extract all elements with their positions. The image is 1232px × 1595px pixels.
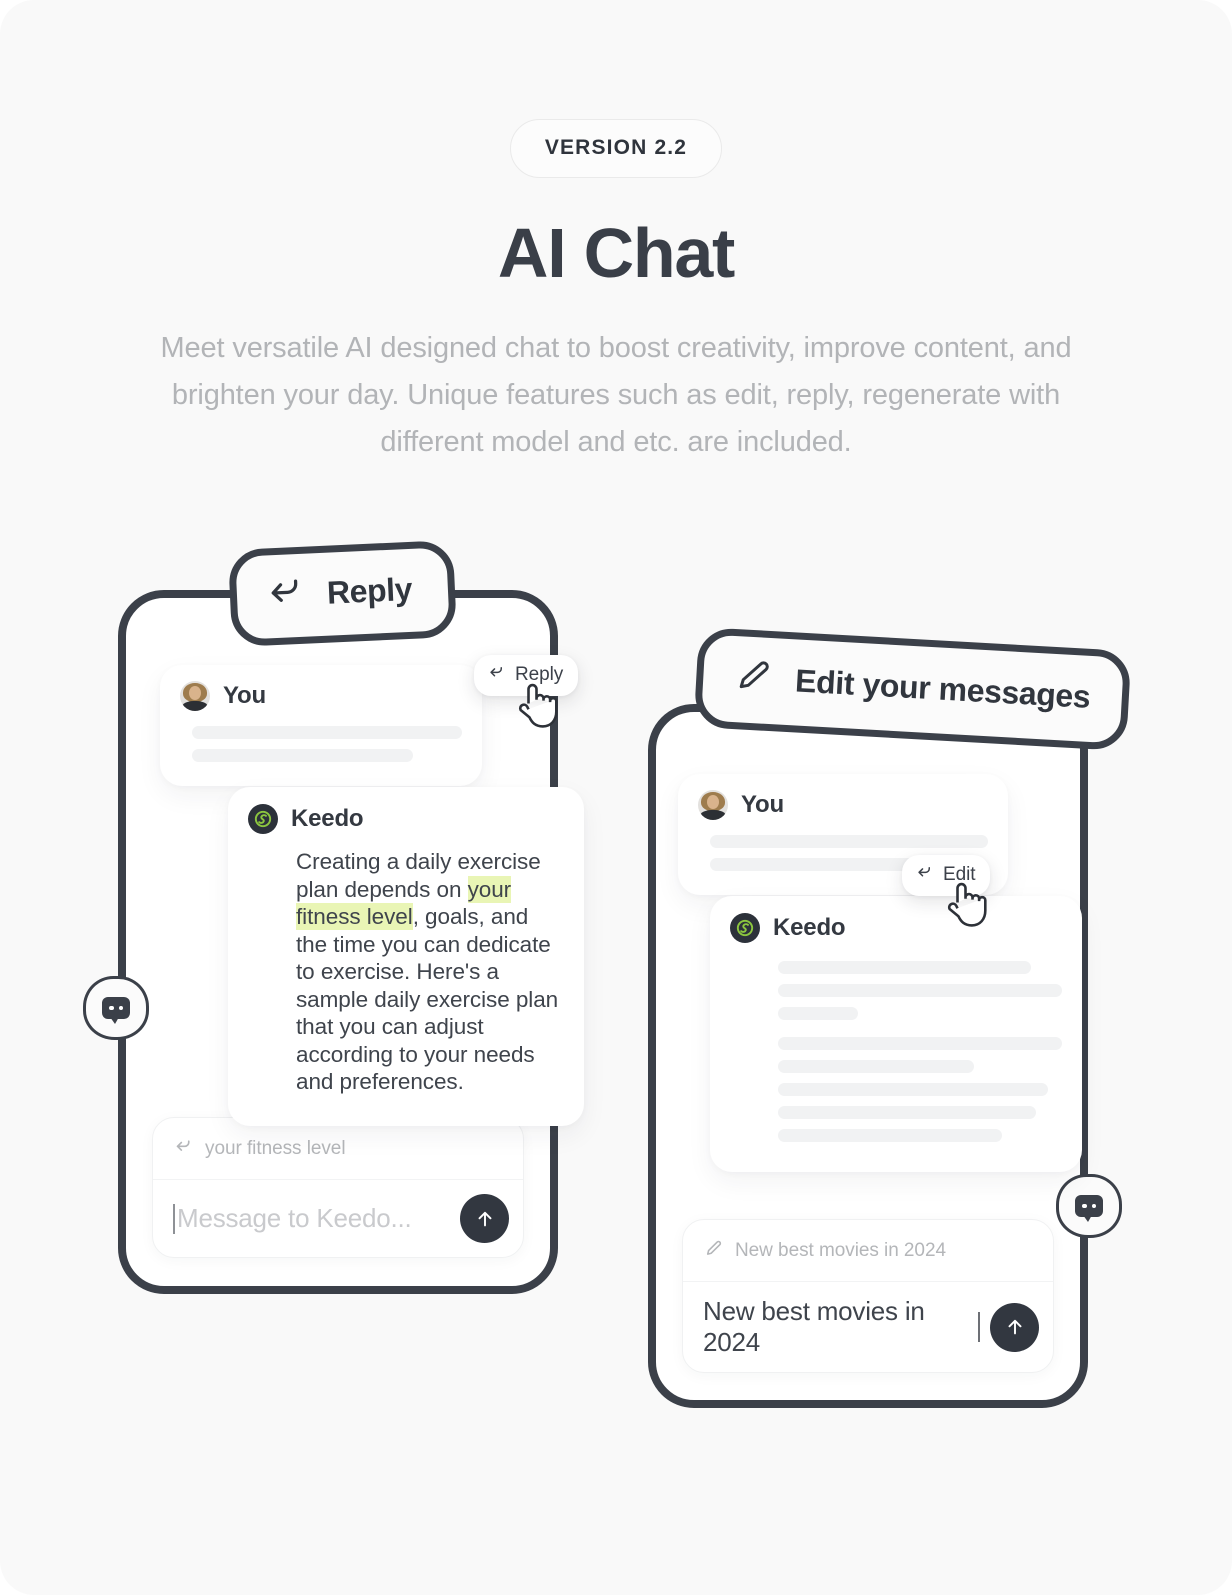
edit-hover-chip[interactable]: Edit: [902, 855, 991, 896]
composer-input-row[interactable]: New best movies in 2024: [683, 1282, 1053, 1372]
keedo-logo-icon: [730, 913, 760, 943]
chat-bubble-icon: [102, 997, 130, 1024]
message-author: You: [741, 791, 784, 818]
composer-quote-row: New best movies in 2024: [683, 1220, 1053, 1282]
reply-arrow-icon: [915, 863, 934, 887]
message-header: You: [180, 681, 462, 711]
message-body-text: Creating a daily exercise plan depends o…: [248, 848, 564, 1096]
reply-hover-chip[interactable]: Reply: [474, 655, 579, 696]
reply-arrow-icon: [173, 1136, 194, 1162]
keedo-logo-icon: [248, 804, 278, 834]
message-author: You: [223, 682, 266, 709]
phone-screen-right: You Keedo Edit New best movies in 2024 N…: [656, 712, 1122, 1400]
page-title: AI Chat: [497, 214, 735, 292]
message-card-keedo: Keedo Creating a daily exercise plan dep…: [228, 787, 584, 1126]
user-photo-avatar: [698, 790, 728, 820]
skeleton-line: [192, 726, 462, 739]
edit-callout-label: Edit your messages: [794, 662, 1092, 715]
skeleton-line: [778, 1129, 1003, 1142]
skeleton-line: [192, 749, 414, 762]
reply-callout-badge: Reply: [227, 539, 458, 648]
message-composer: New best movies in 2024 New best movies …: [682, 1219, 1054, 1373]
text-caret: [978, 1312, 980, 1342]
message-skeleton-lines: [730, 961, 1062, 1142]
arrow-up-icon: [478, 1211, 491, 1226]
skeleton-line: [778, 1007, 858, 1020]
message-author: Keedo: [773, 914, 846, 941]
message-author: Keedo: [291, 805, 364, 832]
message-input[interactable]: Message to Keedo...: [173, 1203, 450, 1234]
skeleton-line: [710, 858, 925, 871]
skeleton-line: [778, 1106, 1037, 1119]
phone-mockup-right: You Keedo Edit New best movies in 2024 N…: [648, 704, 1122, 1408]
composer-quote-row: your fitness level: [153, 1118, 523, 1180]
version-badge: VERSION 2.2: [509, 119, 723, 178]
message-header: You: [698, 790, 988, 820]
message-composer: your fitness level Message to Keedo...: [152, 1117, 524, 1258]
side-chat-button-right[interactable]: [1056, 1174, 1122, 1238]
skeleton-line: [778, 961, 1031, 974]
skeleton-line: [778, 984, 1062, 997]
user-photo-avatar: [180, 681, 210, 711]
skeleton-line: [778, 1060, 974, 1073]
skeleton-line: [710, 835, 988, 848]
reply-callout-label: Reply: [326, 570, 413, 611]
pencil-icon: [703, 1238, 724, 1264]
chat-bubble-icon: [1075, 1195, 1103, 1222]
skeleton-line: [778, 1037, 1062, 1050]
message-header: Keedo: [248, 804, 564, 834]
reply-chip-label: Reply: [515, 664, 564, 685]
phone-screen-left: You Keedo Creating a daily exercise plan…: [83, 598, 584, 1286]
composer-quote-text: New best movies in 2024: [735, 1240, 946, 1261]
composer-input-row[interactable]: Message to Keedo...: [153, 1180, 523, 1257]
page-root: VERSION 2.2 AI Chat Meet versatile AI de…: [0, 0, 1232, 1595]
message-text-part-2: , goals, and the time you can dedicate t…: [296, 904, 559, 1094]
edit-chip-label: Edit: [943, 864, 976, 885]
skeleton-line: [778, 1083, 1048, 1096]
phone-mockup-left: You Keedo Creating a daily exercise plan…: [83, 590, 584, 1294]
arrow-up-icon: [1008, 1319, 1021, 1335]
reply-arrow-icon: [487, 663, 506, 687]
pencil-icon: [732, 655, 774, 702]
message-input[interactable]: New best movies in 2024: [703, 1296, 980, 1358]
text-caret: [173, 1203, 175, 1234]
input-value: New best movies in 2024: [703, 1296, 925, 1357]
send-button[interactable]: [990, 1302, 1039, 1352]
send-button[interactable]: [460, 1194, 509, 1243]
composer-quote-text: your fitness level: [205, 1138, 346, 1159]
message-card-you: You: [160, 665, 482, 786]
message-header: Keedo: [730, 913, 1062, 943]
message-card-keedo: Keedo: [710, 896, 1082, 1172]
reply-arrow-icon: [264, 572, 306, 619]
message-skeleton-lines: [180, 726, 462, 762]
side-chat-button-left[interactable]: [83, 976, 149, 1040]
page-subtitle: Meet versatile AI designed chat to boost…: [160, 332, 1072, 458]
page-header: VERSION 2.2 AI Chat Meet versatile AI de…: [0, 0, 1232, 466]
input-placeholder: Message to Keedo...: [177, 1203, 412, 1233]
